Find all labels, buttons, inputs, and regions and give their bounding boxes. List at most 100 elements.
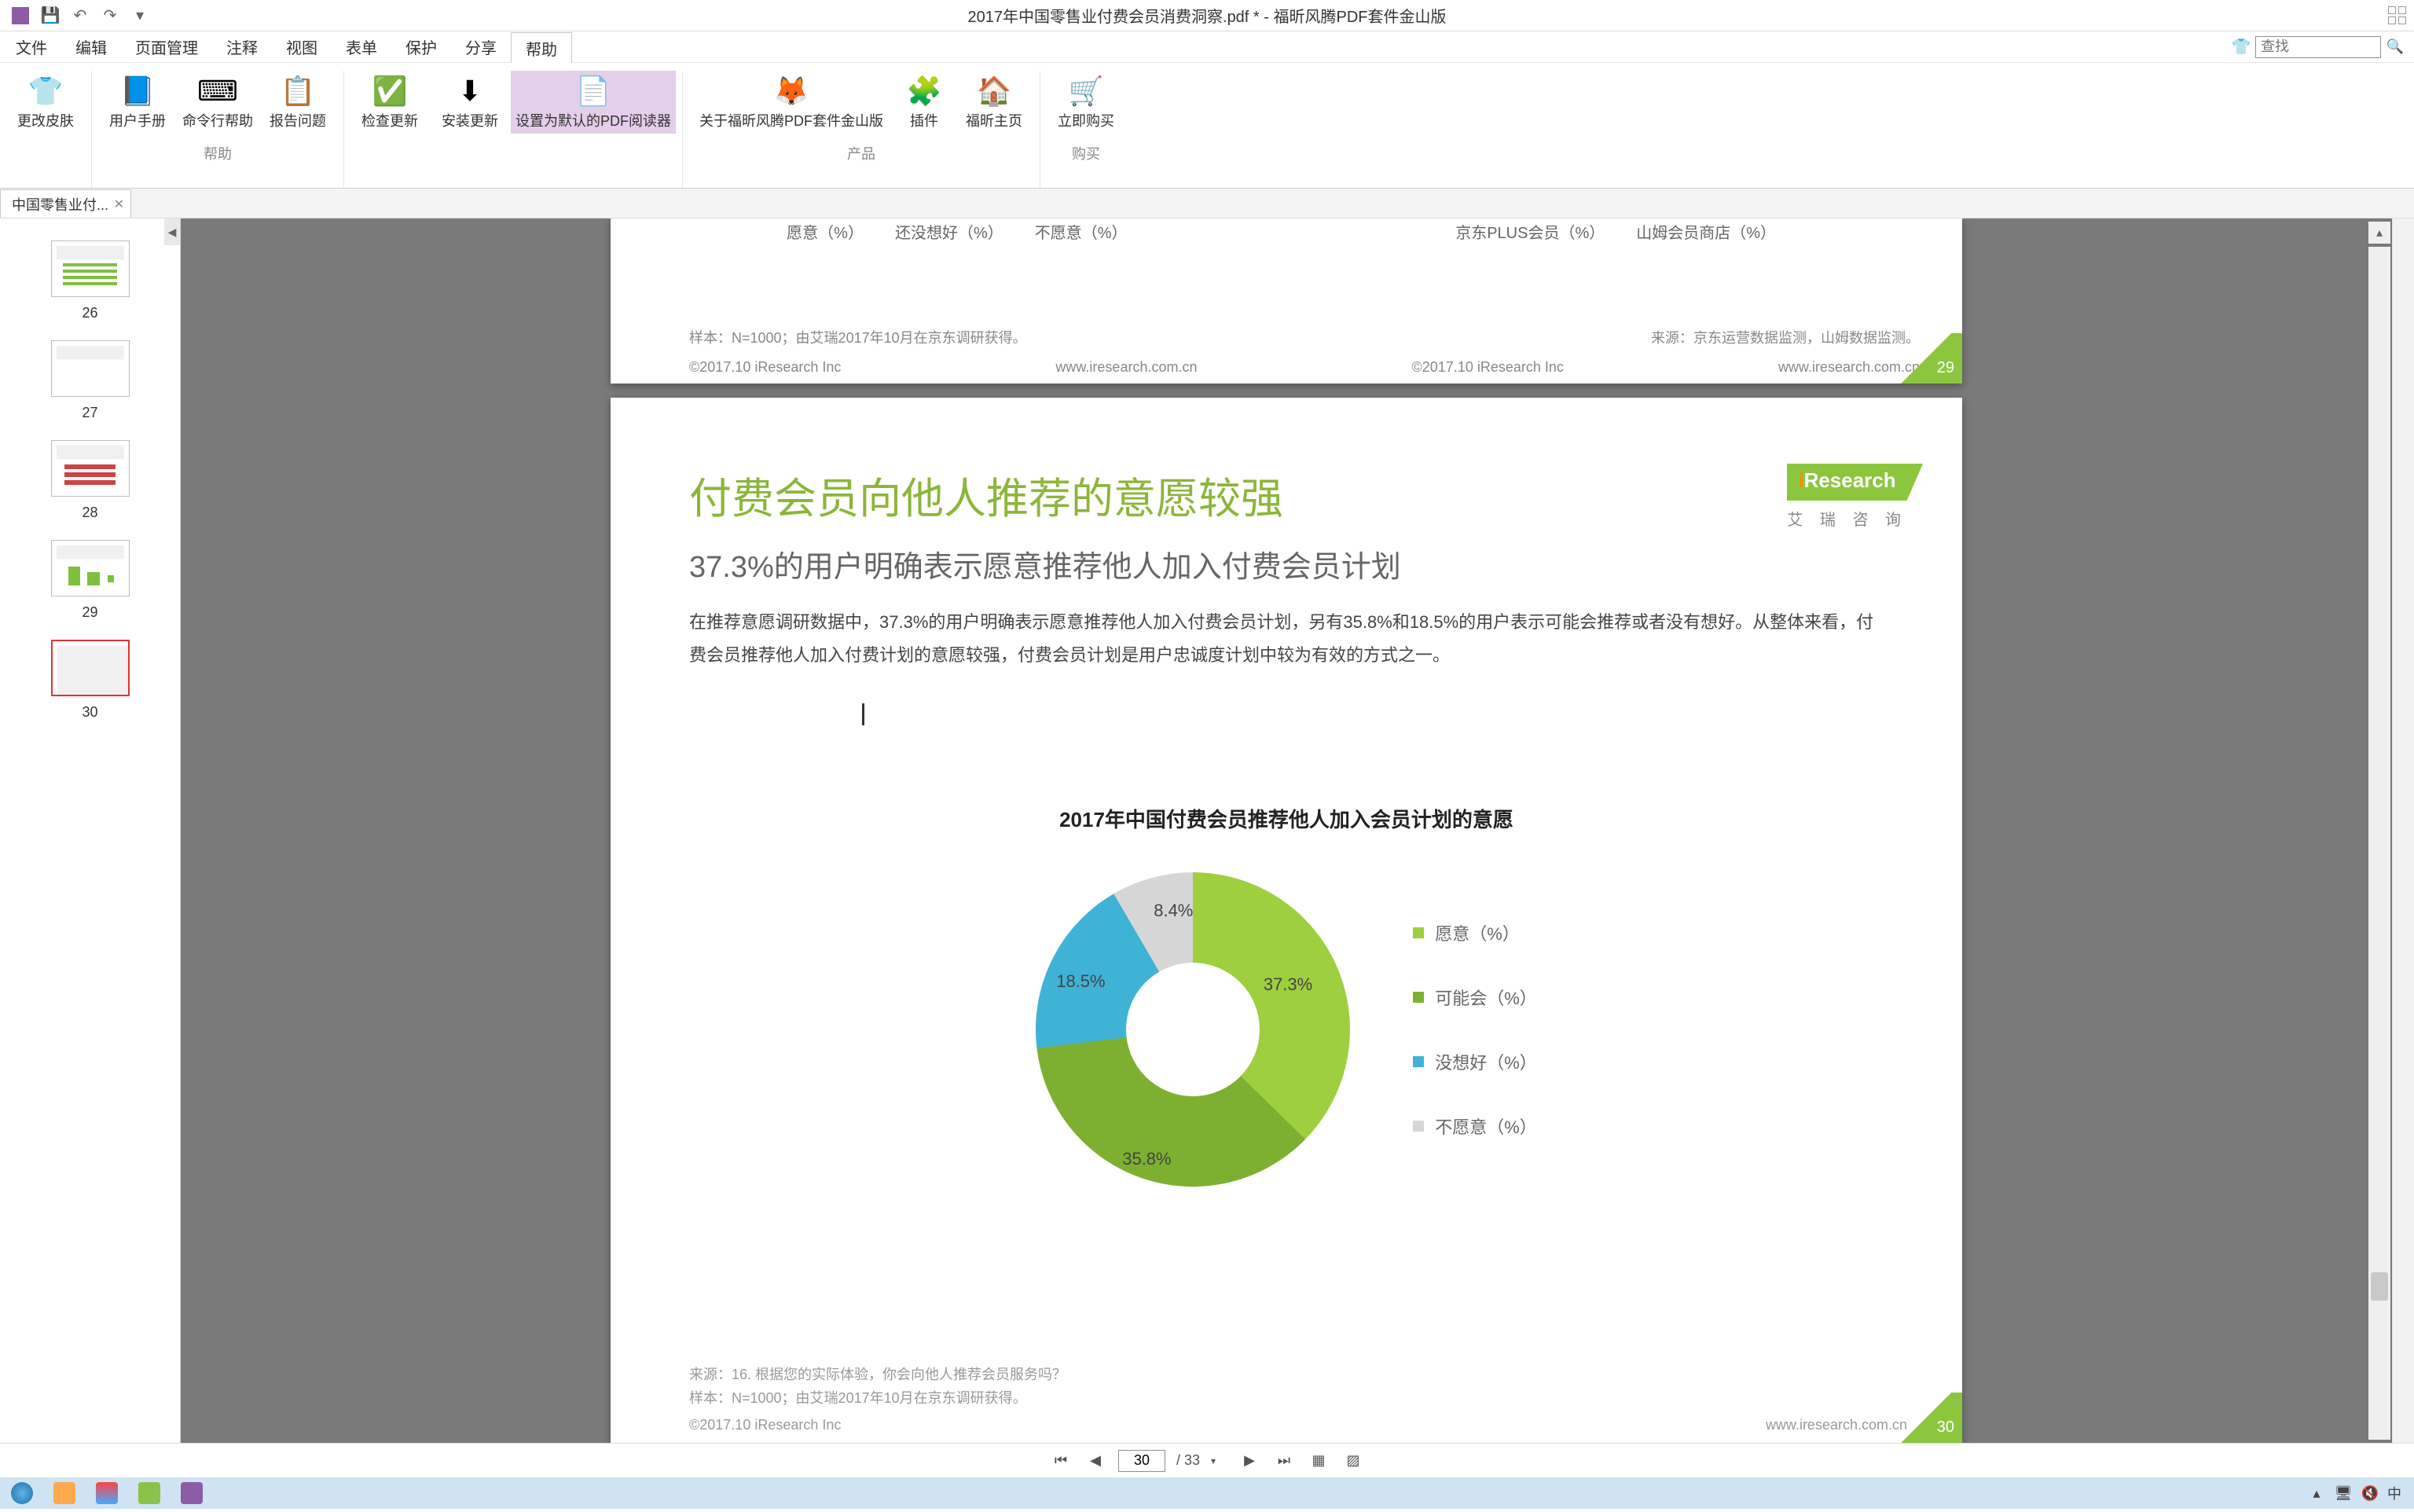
cmd-help-button[interactable]: ⌨命令行帮助: [178, 71, 257, 134]
menu-page-manage[interactable]: 页面管理: [121, 31, 212, 62]
tray-volume-icon[interactable]: 🔇: [2361, 1484, 2379, 1503]
vertical-scrollbar[interactable]: [2368, 247, 2390, 1440]
taskbar-app3-icon[interactable]: [138, 1482, 160, 1504]
menu-search: 👕 🔍: [2230, 36, 2414, 58]
install-update-button[interactable]: ⬇安装更新: [431, 71, 509, 134]
clipboard-icon: 📋: [273, 74, 323, 108]
thumb-label-29: 29: [6, 604, 174, 621]
thumb-label-28: 28: [6, 505, 174, 521]
menu-file[interactable]: 文件: [2, 31, 61, 62]
nav-extra2-icon[interactable]: ▨: [1341, 1449, 1365, 1473]
p30-page-number: 30: [1891, 1393, 1962, 1443]
pdf-icon: 📄: [568, 74, 618, 108]
foxit-home-button[interactable]: 🏠 福昕主页: [955, 71, 1033, 134]
donut-chart: 37.3% 35.8% 18.5% 8.4%: [1036, 872, 1350, 1187]
set-default-label: 设置为默认的PDF阅读器: [515, 113, 671, 130]
logo-subtitle: 艾 瑞 咨 询: [1787, 507, 1907, 530]
p30-title: 付费会员向他人推荐的意愿较强: [689, 464, 1283, 526]
report-issue-button[interactable]: 📋报告问题: [259, 71, 337, 134]
p30-chart: 37.3% 35.8% 18.5% 8.4% 愿意（%） 可能会（%） 没想好（…: [611, 872, 1962, 1187]
thumb-label-26: 26: [6, 305, 174, 321]
menu-edit[interactable]: 编辑: [61, 31, 121, 62]
skin-icon[interactable]: 👕: [2230, 36, 2252, 58]
taskbar-foxit-icon[interactable]: [181, 1482, 203, 1504]
menu-view[interactable]: 视图: [272, 31, 332, 62]
thumbnail-panel: ◀ 26 27 28 29 30: [0, 218, 181, 1443]
search-icon[interactable]: 🔍: [2384, 36, 2406, 58]
about-button[interactable]: 🦊关于福昕风腾PDF套件金山版: [689, 71, 893, 134]
logo-i: i: [1798, 468, 1803, 492]
undo-icon[interactable]: ↶: [68, 3, 93, 28]
menu-share[interactable]: 分享: [451, 31, 511, 62]
document-tab[interactable]: 中国零售业付... ✕: [0, 189, 131, 218]
thumb-27[interactable]: [51, 340, 130, 397]
scrollbar-handle[interactable]: [2371, 1272, 2388, 1301]
change-skin-button[interactable]: 👕 更改皮肤: [6, 71, 85, 134]
plugins-label: 插件: [910, 113, 938, 130]
puzzle-icon: 🧩: [899, 74, 949, 108]
check-update-button[interactable]: ✅检查更新: [350, 71, 429, 134]
ribbon-group-update: ✅检查更新 ⬇安装更新 📄 设置为默认的PDF阅读器: [344, 71, 683, 188]
last-page-icon[interactable]: ⏭: [1272, 1449, 1296, 1473]
donut-label-c: 18.5%: [1056, 971, 1105, 992]
nav-extra1-icon[interactable]: ▦: [1307, 1449, 1330, 1473]
thumb-29[interactable]: [51, 540, 130, 596]
page-30: 付费会员向他人推荐的意愿较强 iResearch 艾 瑞 咨 询 37.3%的用…: [611, 398, 1962, 1443]
window-grid-icon[interactable]: [2388, 6, 2406, 24]
taskbar-app2-icon[interactable]: [96, 1482, 118, 1504]
skin-large-icon: 👕: [20, 74, 71, 108]
text-cursor: [862, 703, 864, 725]
p30-url: www.iresearch.com.cn: [1766, 1417, 1907, 1433]
menu-help[interactable]: 帮助: [511, 32, 572, 63]
first-page-icon[interactable]: ⏮: [1049, 1449, 1073, 1473]
group-label-product: 产品: [847, 143, 875, 163]
current-page-input[interactable]: [1118, 1450, 1165, 1472]
tray-ime[interactable]: 中: [2387, 1483, 2401, 1503]
swatch-grey: [1413, 1121, 1424, 1132]
set-default-button[interactable]: 📄 设置为默认的PDF阅读器: [511, 71, 676, 134]
close-tab-icon[interactable]: ✕: [114, 196, 124, 212]
app-icon: [8, 3, 33, 28]
start-button[interactable]: [11, 1482, 33, 1504]
swatch-green: [1413, 927, 1424, 938]
thumb-28[interactable]: [51, 440, 130, 497]
menu-annotate[interactable]: 注释: [212, 31, 272, 62]
next-page-icon[interactable]: ▶: [1238, 1449, 1261, 1473]
home-icon: 🏠: [969, 74, 1019, 108]
cart-icon: 🛒: [1061, 74, 1111, 108]
collapse-thumbs-icon[interactable]: ◀: [164, 218, 180, 245]
document-tab-label: 中国零售业付...: [12, 194, 108, 215]
foxit-logo-icon: 🦊: [766, 74, 816, 108]
swatch-blue: [1413, 1056, 1424, 1067]
prev-page-icon[interactable]: ◀: [1084, 1449, 1107, 1473]
save-icon[interactable]: 💾: [38, 3, 63, 28]
donut-label-d: 8.4%: [1154, 901, 1193, 921]
page-dropdown-icon[interactable]: ▾: [1211, 1455, 1227, 1466]
menubar: 文件 编辑 页面管理 注释 视图 表单 保护 分享 帮助 👕 🔍: [0, 31, 2414, 63]
search-input[interactable]: [2255, 36, 2381, 58]
scroll-up-icon[interactable]: ▴: [2368, 222, 2390, 244]
thumb-30[interactable]: [51, 640, 130, 696]
buy-now-label: 立即购买: [1058, 113, 1114, 130]
p30-header: 付费会员向他人推荐的意愿较强 iResearch 艾 瑞 咨 询: [611, 398, 1962, 530]
tray-up-icon[interactable]: ▴: [2307, 1484, 2326, 1503]
qat-dropdown-icon[interactable]: ▾: [127, 3, 152, 28]
user-manual-label: 用户手册: [109, 113, 166, 130]
foxit-home-label: 福昕主页: [966, 113, 1022, 130]
p30-footer-sample: 样本：N=1000；由艾瑞2017年10月在京东调研获得。: [689, 1387, 1907, 1407]
menu-protect[interactable]: 保护: [391, 31, 451, 62]
ribbon-group-help: 📘用户手册 ⌨命令行帮助 📋报告问题 帮助: [92, 71, 344, 188]
menu-form[interactable]: 表单: [332, 31, 391, 62]
window-title: 2017年中国零售业付费会员消费洞察.pdf * - 福昕风腾PDF套件金山版: [968, 4, 1447, 27]
thumb-26[interactable]: [51, 240, 130, 297]
total-pages: / 33: [1176, 1452, 1200, 1469]
buy-now-button[interactable]: 🛒 立即购买: [1047, 71, 1125, 134]
group-label-empty1: [43, 143, 47, 160]
page-viewer[interactable]: ▴ 愿意（%） 还没想好（%） 不愿意（%） 京东PLUS会员（%） 山姆会员商…: [181, 218, 2392, 1443]
redo-icon[interactable]: ↷: [97, 3, 123, 28]
taskbar-app1-icon[interactable]: [53, 1482, 75, 1504]
user-manual-button[interactable]: 📘用户手册: [98, 71, 177, 134]
tray-monitor-icon[interactable]: 🖥: [2334, 1484, 2353, 1503]
plugins-button[interactable]: 🧩 插件: [895, 71, 953, 134]
system-tray: ▴ 🖥 🔇 中: [2307, 1483, 2414, 1503]
